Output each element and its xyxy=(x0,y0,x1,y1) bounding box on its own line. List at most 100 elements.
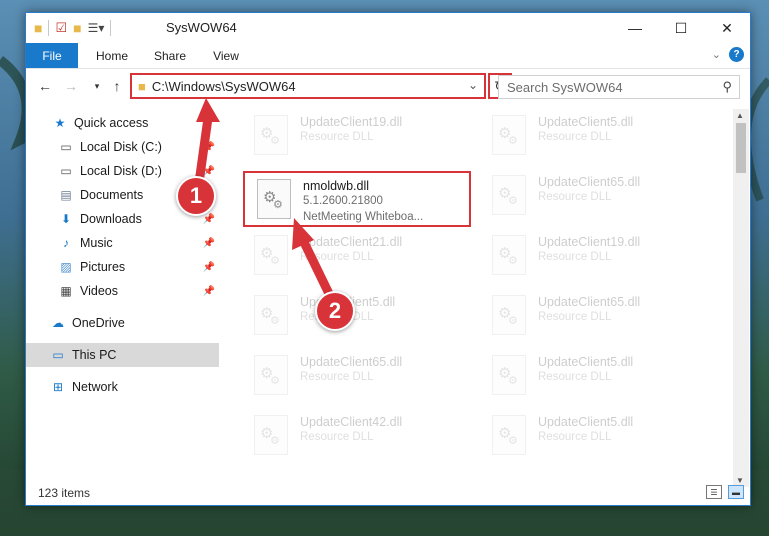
customize-icon[interactable]: ☰▾ xyxy=(88,21,105,35)
pin-icon[interactable]: 📌 xyxy=(203,238,215,249)
dll-file-icon: ⚙ ⚙ xyxy=(492,175,526,215)
folder-icon: ■ xyxy=(138,78,146,94)
sidebar-item-pictures[interactable]: ▨ Pictures 📌 xyxy=(26,255,219,279)
file-item-nmoldwb[interactable]: ⚙ ⚙ nmoldwb.dll 5.1.2600.21800 NetMeeting… xyxy=(245,175,475,229)
recent-locations-icon[interactable]: ▾ xyxy=(88,77,106,95)
sidebar-item-label: Pictures xyxy=(80,260,126,274)
cloud-icon: ☁ xyxy=(52,316,64,330)
sidebar-item-quick-access[interactable]: ★ Quick access xyxy=(26,111,219,135)
search-input[interactable]: Search SysWOW64 xyxy=(507,80,722,95)
search-icon: ⚲ xyxy=(722,79,732,94)
maximize-button[interactable]: ☐ xyxy=(658,13,704,43)
dll-file-icon: ⚙ ⚙ xyxy=(254,295,288,335)
file-item[interactable]: ⚙ ⚙ UpdateClient65.dll Resource DLL xyxy=(480,171,710,225)
file-name: UpdateClient5.dll xyxy=(538,415,634,429)
dll-file-icon: ⚙ ⚙ xyxy=(254,235,288,275)
sidebar-item-onedrive[interactable]: ☁ OneDrive xyxy=(26,311,219,335)
step-1-callout: 1 xyxy=(176,176,216,216)
file-item[interactable]: ⚙ ⚙ UpdateClient19.dll Resource DLL xyxy=(480,231,710,285)
new-folder-icon[interactable]: ■ xyxy=(73,20,81,36)
window-title: SysWOW64 xyxy=(166,20,237,35)
dll-file-icon: ⚙ ⚙ xyxy=(492,235,526,275)
close-button[interactable]: ✕ xyxy=(704,13,750,43)
file-name: UpdateClient5.dll xyxy=(538,115,634,129)
dll-file-icon: ⚙ ⚙ xyxy=(254,415,288,455)
sidebar-item-network[interactable]: ⊞ Network xyxy=(26,375,219,399)
file-type: Resource DLL xyxy=(300,251,374,263)
pin-icon[interactable]: 📌 xyxy=(203,262,215,273)
tab-share[interactable]: Share xyxy=(148,43,192,68)
properties-icon[interactable]: ☑ xyxy=(55,20,67,36)
tab-view[interactable]: View xyxy=(206,43,246,68)
scrollbar-thumb[interactable] xyxy=(736,123,746,173)
file-item[interactable]: ⚙⚙ UpdateClient5.dll Resource DLL xyxy=(480,351,710,405)
dll-file-icon: ⚙ ⚙ xyxy=(254,115,288,155)
sidebar-item-label: Videos xyxy=(80,284,118,298)
sidebar-item-label: Network xyxy=(72,380,118,394)
sidebar-item-music[interactable]: ♪ Music 📌 xyxy=(26,231,219,255)
pin-icon[interactable]: 📌 xyxy=(203,286,215,297)
file-name: UpdateClient42.dll xyxy=(300,415,403,429)
up-button[interactable]: ↑ xyxy=(108,77,126,95)
folder-icon[interactable]: ■ xyxy=(34,20,42,36)
file-name: UpdateClient65.dll xyxy=(538,175,641,189)
file-description: NetMeeting Whiteboa... xyxy=(303,211,424,223)
pin-icon[interactable]: 📌 xyxy=(203,166,215,177)
file-name: UpdateClient65.dll xyxy=(300,355,403,369)
address-bar[interactable]: ■ C:\Windows\SysWOW64 ⌄ xyxy=(130,73,486,99)
sidebar-item-label: Music xyxy=(80,236,113,250)
search-box[interactable]: Search SysWOW64 ⚲ xyxy=(498,75,740,99)
highlighted-file-box: ⚙ ⚙ nmoldwb.dll 5.1.2600.21800 NetMeeting… xyxy=(243,171,471,227)
pin-icon[interactable]: 📌 xyxy=(203,214,215,225)
toolbar-separator xyxy=(110,20,112,36)
music-icon: ♪ xyxy=(63,236,69,250)
file-item[interactable]: ⚙ ⚙ UpdateClient21.dll Resource DLL xyxy=(242,231,472,285)
file-item[interactable]: ⚙⚙ UpdateClient5.dll Resource DLL xyxy=(242,291,472,345)
back-button[interactable]: ← xyxy=(36,77,54,95)
sidebar-item-label: Local Disk (D:) xyxy=(80,164,162,178)
chevron-down-icon[interactable]: ⌄ xyxy=(468,78,478,92)
file-type: Resource DLL xyxy=(538,251,612,263)
vertical-scrollbar[interactable]: ▲ ▼ xyxy=(733,109,749,487)
file-type: Resource DLL xyxy=(538,131,612,143)
file-item[interactable]: ⚙ ⚙ UpdateClient65.dll Resource DLL xyxy=(480,291,710,345)
help-icon[interactable]: ? xyxy=(729,47,744,62)
sidebar-item-this-pc[interactable]: ▭ This PC xyxy=(26,343,219,367)
file-name: UpdateClient5.dll xyxy=(538,355,634,369)
sidebar-item-local-disk-c[interactable]: ▭ Local Disk (C:) 📌 xyxy=(26,135,219,159)
scroll-up-icon[interactable]: ▲ xyxy=(736,111,744,120)
details-view-icon[interactable]: ☰ xyxy=(706,485,722,499)
file-item[interactable]: ⚙ ⚙ UpdateClient65.dll Resource DLL xyxy=(242,351,472,405)
documents-icon: ▤ xyxy=(60,188,72,202)
file-type: Resource DLL xyxy=(300,371,374,383)
network-icon: ⊞ xyxy=(52,380,64,394)
pin-icon[interactable]: 📌 xyxy=(203,142,215,153)
file-type: Resource DLL xyxy=(538,431,612,443)
file-type: Resource DLL xyxy=(300,131,374,143)
navigation-bar: ← → ▾ ↑ ■ C:\Windows\SysWOW64 ⌄ ↻ Search… xyxy=(26,69,750,105)
pictures-icon: ▨ xyxy=(60,260,72,274)
star-icon: ★ xyxy=(54,116,66,130)
tab-home[interactable]: Home xyxy=(90,43,134,68)
quick-access-toolbar: ■ ☑ ■ ☰▾ xyxy=(34,20,112,36)
file-item[interactable]: ⚙⚙ UpdateClient5.dll Resource DLL xyxy=(480,411,710,465)
expand-ribbon-icon[interactable]: ⌄ xyxy=(712,48,721,61)
file-item[interactable]: ⚙ ⚙ UpdateClient19.dll Resource DLL xyxy=(242,111,472,165)
dll-file-icon: ⚙ ⚙ xyxy=(492,295,526,335)
file-item[interactable]: ⚙⚙ UpdateClient5.dll Resource DLL xyxy=(480,111,710,165)
drive-icon: ▭ xyxy=(60,164,72,178)
tiles-view-icon[interactable]: ▬ xyxy=(728,485,744,499)
file-name: nmoldwb.dll xyxy=(303,179,370,193)
tab-file[interactable]: File xyxy=(26,43,78,68)
file-type: Resource DLL xyxy=(538,191,612,203)
sidebar-item-videos[interactable]: ▦ Videos 📌 xyxy=(26,279,219,303)
minimize-button[interactable]: — xyxy=(612,13,658,43)
sidebar-item-label: Quick access xyxy=(74,116,149,130)
file-item[interactable]: ⚙ ⚙ UpdateClient42.dll Resource DLL xyxy=(242,411,472,465)
dll-file-icon: ⚙ ⚙ xyxy=(492,115,526,155)
forward-button[interactable]: → xyxy=(62,77,80,95)
ribbon-right: ⌄ ? xyxy=(712,47,744,62)
sidebar-item-label: Documents xyxy=(80,188,144,202)
file-name: UpdateClient19.dll xyxy=(300,115,403,129)
download-icon: ⬇ xyxy=(60,212,72,226)
